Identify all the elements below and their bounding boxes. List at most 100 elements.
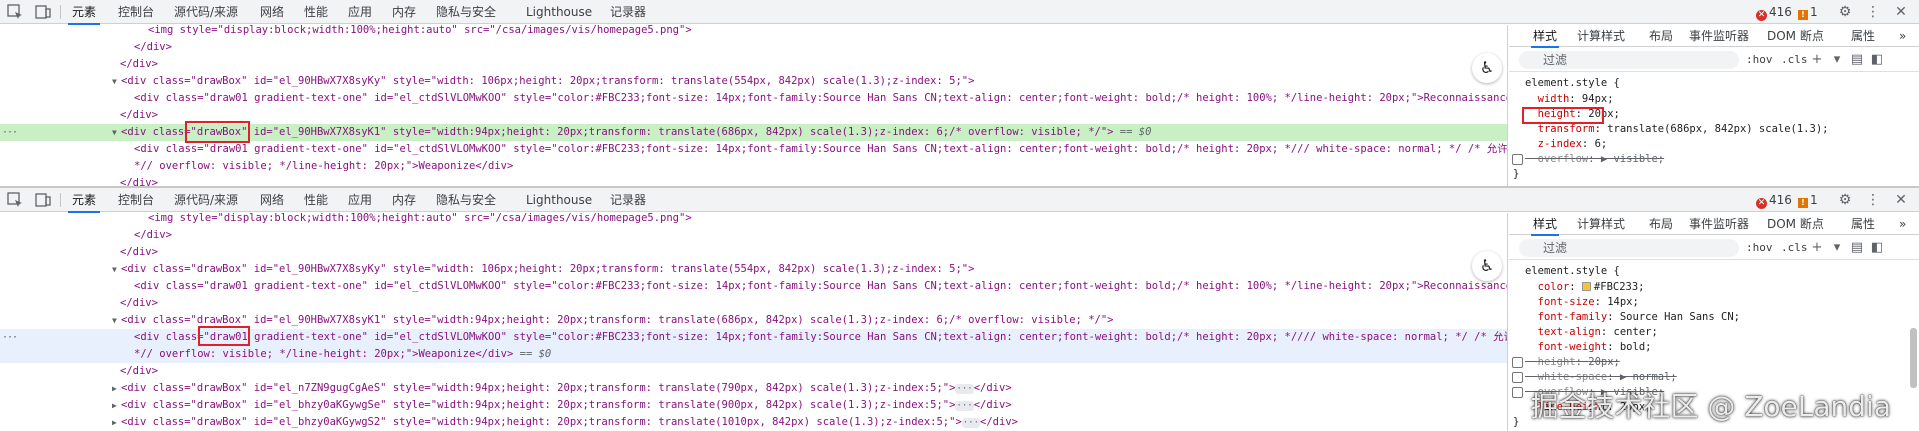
class-toggle[interactable]: .cls bbox=[1781, 51, 1808, 69]
tab-lighthouse[interactable]: Lighthouse bbox=[522, 0, 596, 24]
elements-tree[interactable]: <img style="display:block;width:100%;hei… bbox=[0, 213, 1508, 431]
property-checkbox[interactable] bbox=[1512, 387, 1523, 398]
property-checkbox[interactable] bbox=[1512, 372, 1523, 383]
styles-filter-input[interactable]: 过滤 bbox=[1519, 51, 1739, 69]
tab-memory[interactable]: 内存 bbox=[388, 188, 420, 212]
collapsed-triangle-icon[interactable]: ▶ bbox=[112, 380, 121, 397]
style-property[interactable]: color: #FBC233; bbox=[1525, 280, 1645, 295]
expand-triangle-icon[interactable]: ▼ bbox=[112, 312, 121, 329]
more-tabs-icon[interactable]: » bbox=[1899, 213, 1906, 235]
close-icon[interactable]: ✕ bbox=[1892, 191, 1910, 209]
tab-lighthouse[interactable]: Lighthouse bbox=[522, 188, 596, 212]
expand-triangle-icon[interactable]: ▼ bbox=[112, 124, 121, 141]
hover-state-toggle[interactable]: :hov bbox=[1746, 239, 1773, 257]
settings-gear-icon[interactable]: ⚙ bbox=[1836, 3, 1854, 21]
device-toolbar-icon[interactable] bbox=[34, 3, 52, 21]
more-options-icon[interactable]: ⋮ bbox=[1864, 3, 1882, 21]
dom-line[interactable]: </div> bbox=[0, 56, 1507, 73]
property-value[interactable]: Source Han Sans CN; bbox=[1620, 311, 1740, 323]
dom-line[interactable]: ▼ <div class="drawBox" id="el_90HBwX7X8sy… bbox=[0, 73, 1507, 90]
warning-counter[interactable]: ! 1 bbox=[1798, 4, 1818, 20]
dom-line[interactable]: <div class="draw01 gradient-text-one" id… bbox=[0, 141, 1507, 158]
style-property[interactable]: transform: translate(686px, 842px) scale… bbox=[1525, 122, 1829, 137]
property-value[interactable]: 6; bbox=[1595, 138, 1608, 150]
collapsed-triangle-icon[interactable]: ▶ bbox=[112, 414, 121, 431]
add-rule-icon[interactable]: + bbox=[1809, 51, 1825, 69]
tab-console[interactable]: 控制台 bbox=[114, 188, 158, 212]
hover-state-toggle[interactable]: :hov bbox=[1746, 51, 1773, 69]
style-property[interactable]: font-weight: bold; bbox=[1525, 340, 1652, 355]
property-name[interactable]: font-size bbox=[1538, 296, 1595, 308]
computed-sidebar-icon[interactable]: ▤ bbox=[1849, 51, 1865, 69]
expand-triangle-icon[interactable]: ▼ bbox=[112, 261, 121, 278]
dom-line-collapsed[interactable]: ▶ <div class="drawBox" id="el_bhzy0aKGywg… bbox=[0, 414, 1507, 431]
subtab-layout[interactable]: 布局 bbox=[1649, 213, 1673, 235]
dom-line[interactable]: <div class="draw01 gradient-text-one" id… bbox=[0, 90, 1507, 107]
collapsed-children-ellipsis[interactable]: ··· bbox=[955, 384, 974, 394]
collapsed-children-ellipsis[interactable]: ··· bbox=[955, 401, 974, 411]
property-checkbox[interactable] bbox=[1512, 357, 1523, 368]
property-name[interactable]: height bbox=[1538, 356, 1576, 368]
style-property-disabled[interactable]: overflow: ▶ visible; bbox=[1525, 152, 1664, 167]
tab-performance[interactable]: 性能 bbox=[300, 0, 332, 24]
property-name[interactable]: overflow bbox=[1538, 153, 1589, 165]
dom-line[interactable]: <img style="display:block;width:100%;hei… bbox=[0, 25, 1507, 39]
dom-line-selected-cont[interactable]: *// overflow: visible; */line-height: 20… bbox=[0, 346, 1507, 363]
dom-line[interactable]: <img style="display:block;width:100%;hei… bbox=[0, 213, 1507, 227]
tab-elements[interactable]: 元素 bbox=[68, 0, 101, 25]
inspect-element-icon[interactable] bbox=[6, 3, 24, 21]
dom-line[interactable]: </div> bbox=[0, 175, 1507, 186]
property-name[interactable]: color bbox=[1538, 281, 1570, 293]
tab-memory[interactable]: 内存 bbox=[388, 0, 420, 24]
property-checkbox[interactable] bbox=[1512, 154, 1523, 165]
warning-counter[interactable]: ! 1 bbox=[1798, 192, 1818, 208]
property-value[interactable]: center; bbox=[1614, 326, 1658, 338]
property-value[interactable]: 14px; bbox=[1607, 296, 1639, 308]
dom-line-collapsed[interactable]: ▶ <div class="drawBox" id="el_bhzy0aKGywg… bbox=[0, 397, 1507, 414]
dom-line[interactable]: </div> bbox=[0, 363, 1507, 380]
dom-line-collapsed[interactable]: ▶ <div class="drawBox" id="el_n7ZN9gugCgA… bbox=[0, 380, 1507, 397]
dom-line[interactable]: <div class="draw01 gradient-text-one" id… bbox=[0, 278, 1507, 295]
tab-privacy-security[interactable]: 隐私与安全 bbox=[432, 188, 500, 212]
collapsed-children-ellipsis[interactable]: ··· bbox=[961, 418, 981, 428]
error-counter[interactable]: ✕ 416 bbox=[1756, 4, 1792, 21]
toggle-sidebar-icon[interactable]: ◧ bbox=[1869, 51, 1885, 69]
style-property[interactable]: text-align: center; bbox=[1525, 325, 1658, 340]
tab-recorder[interactable]: 记录器 bbox=[606, 188, 650, 212]
subtab-dom-breakpoints[interactable]: DOM 断点 bbox=[1767, 213, 1824, 235]
settings-gear-icon[interactable]: ⚙ bbox=[1836, 191, 1854, 209]
style-property[interactable]: font-size: 14px; bbox=[1525, 295, 1639, 310]
tab-recorder[interactable]: 记录器 bbox=[606, 0, 650, 24]
subtab-styles[interactable]: 样式 bbox=[1530, 25, 1560, 48]
subtab-event-listeners[interactable]: 事件监听器 bbox=[1689, 213, 1749, 235]
accessibility-icon[interactable]: ♿ bbox=[1472, 53, 1502, 83]
tab-sources[interactable]: 源代码/来源 bbox=[170, 0, 242, 24]
property-name[interactable]: font-family bbox=[1538, 311, 1608, 323]
property-value[interactable]: ▶ normal; bbox=[1620, 371, 1677, 383]
property-name[interactable]: z-index bbox=[1538, 138, 1582, 150]
tab-application[interactable]: 应用 bbox=[344, 188, 376, 212]
more-actions-dots[interactable]: ··· bbox=[2, 329, 18, 346]
dom-line[interactable]: </div> bbox=[0, 39, 1507, 56]
dom-line[interactable]: </div> bbox=[0, 295, 1507, 312]
subtab-event-listeners[interactable]: 事件监听器 bbox=[1689, 25, 1749, 47]
property-value[interactable]: ▶ visible; bbox=[1601, 153, 1664, 165]
subtab-properties[interactable]: 属性 bbox=[1851, 213, 1875, 235]
subtab-properties[interactable]: 属性 bbox=[1851, 25, 1875, 47]
more-actions-dots[interactable]: ··· bbox=[2, 124, 18, 141]
close-icon[interactable]: ✕ bbox=[1892, 3, 1910, 21]
tab-network[interactable]: 网络 bbox=[256, 0, 288, 24]
inspect-element-icon[interactable] bbox=[6, 191, 24, 209]
tab-elements[interactable]: 元素 bbox=[68, 188, 101, 213]
property-value[interactable]: translate(686px, 842px) scale(1.3); bbox=[1607, 123, 1828, 135]
property-value[interactable]: bold; bbox=[1620, 341, 1652, 353]
dom-line[interactable]: </div> bbox=[0, 244, 1507, 261]
property-value[interactable]: 20px; bbox=[1588, 356, 1620, 368]
styles-filter-input[interactable]: 过滤 bbox=[1519, 239, 1739, 257]
toggle-sidebar-icon[interactable]: ◧ bbox=[1869, 239, 1885, 257]
tab-performance[interactable]: 性能 bbox=[300, 188, 332, 212]
tab-privacy-security[interactable]: 隐私与安全 bbox=[432, 0, 500, 24]
add-rule-icon[interactable]: + bbox=[1809, 239, 1825, 257]
collapsed-triangle-icon[interactable]: ▶ bbox=[112, 397, 121, 414]
tab-console[interactable]: 控制台 bbox=[114, 0, 158, 24]
